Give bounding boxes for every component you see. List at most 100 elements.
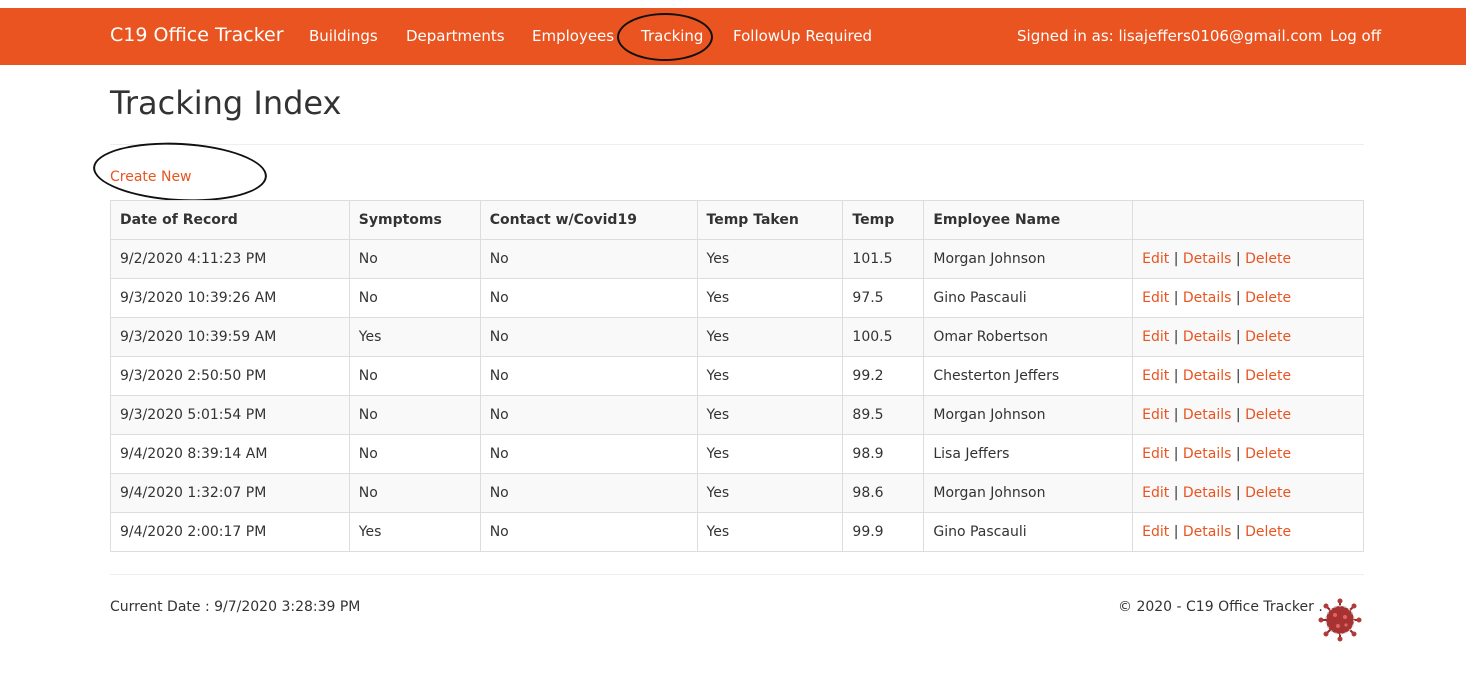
column-header [1132, 200, 1364, 240]
cell-actions: Edit | Details | Delete [1132, 317, 1364, 357]
cell-date: 9/4/2020 2:00:17 PM [110, 512, 350, 552]
edit-link[interactable]: Edit [1142, 407, 1169, 423]
cell-employee-name: Morgan Johnson [923, 395, 1134, 435]
cell-temp-taken: Yes [696, 473, 844, 513]
action-separator: | [1235, 524, 1241, 540]
details-link[interactable]: Details [1183, 407, 1232, 423]
details-link[interactable]: Details [1183, 290, 1232, 306]
edit-link[interactable]: Edit [1142, 446, 1169, 462]
table-row: 9/4/2020 1:32:07 PM No No Yes 98.6 Morgan Joh… [110, 473, 1364, 513]
delete-link[interactable]: Delete [1245, 407, 1291, 423]
edit-link[interactable]: Edit [1142, 524, 1169, 540]
cell-contact: No [479, 356, 698, 396]
table-header-row: Date of Record Symptoms Contact w/Covid1… [110, 200, 1364, 240]
virus-icon [1318, 598, 1362, 642]
tracking-annotation-circle [617, 13, 713, 61]
cell-temp: 100.5 [842, 317, 925, 357]
footer-divider [110, 574, 1364, 575]
nav-departments[interactable]: Departments [406, 27, 505, 45]
cell-symptoms: No [348, 239, 481, 279]
delete-link[interactable]: Delete [1245, 251, 1291, 267]
cell-contact: No [479, 473, 698, 513]
cell-contact: No [479, 512, 698, 552]
action-separator: | [1235, 485, 1241, 501]
delete-link[interactable]: Delete [1245, 446, 1291, 462]
table-row: 9/3/2020 10:39:26 AM No No Yes 97.5 Gino Pasc… [110, 278, 1364, 318]
cell-employee-name: Omar Robertson [923, 317, 1134, 357]
cell-date: 9/2/2020 4:11:23 PM [110, 239, 350, 279]
nav-buildings[interactable]: Buildings [309, 27, 378, 45]
column-header: Temp Taken [696, 200, 844, 240]
cell-contact: No [479, 395, 698, 435]
cell-temp: 98.6 [842, 473, 925, 513]
top-strip [0, 0, 1466, 8]
details-link[interactable]: Details [1183, 329, 1232, 345]
action-separator: | [1235, 290, 1241, 306]
nav-followup-required[interactable]: FollowUp Required [733, 27, 872, 45]
cell-actions: Edit | Details | Delete [1132, 434, 1364, 474]
edit-link[interactable]: Edit [1142, 485, 1169, 501]
cell-actions: Edit | Details | Delete [1132, 239, 1364, 279]
edit-link[interactable]: Edit [1142, 290, 1169, 306]
cell-actions: Edit | Details | Delete [1132, 512, 1364, 552]
action-separator: | [1173, 446, 1179, 462]
table-body: 9/2/2020 4:11:23 PM No No Yes 101.5 Morgan Jo… [110, 239, 1364, 552]
cell-temp: 89.5 [842, 395, 925, 435]
cell-temp: 101.5 [842, 239, 925, 279]
cell-date: 9/4/2020 8:39:14 AM [110, 434, 350, 474]
delete-link[interactable]: Delete [1245, 329, 1291, 345]
table-row: 9/3/2020 10:39:59 AM Yes No Yes 100.5 Omar Ro… [110, 317, 1364, 357]
edit-link[interactable]: Edit [1142, 368, 1169, 384]
action-separator: | [1173, 524, 1179, 540]
brand-link[interactable]: C19 Office Tracker [110, 24, 284, 46]
edit-link[interactable]: Edit [1142, 251, 1169, 267]
copyright: © 2020 - C19 Office Tracker . [1118, 599, 1323, 615]
cell-contact: No [479, 239, 698, 279]
cell-temp-taken: Yes [696, 239, 844, 279]
delete-link[interactable]: Delete [1245, 368, 1291, 384]
action-separator: | [1235, 407, 1241, 423]
table-row: 9/4/2020 2:00:17 PM Yes No Yes 99.9 Gino Pasc… [110, 512, 1364, 552]
edit-link[interactable]: Edit [1142, 329, 1169, 345]
cell-temp-taken: Yes [696, 356, 844, 396]
details-link[interactable]: Details [1183, 485, 1232, 501]
action-separator: | [1173, 485, 1179, 501]
cell-temp: 99.9 [842, 512, 925, 552]
cell-date: 9/3/2020 2:50:50 PM [110, 356, 350, 396]
details-link[interactable]: Details [1183, 251, 1232, 267]
table-row: 9/3/2020 5:01:54 PM No No Yes 89.5 Morgan Joh… [110, 395, 1364, 435]
cell-symptoms: No [348, 356, 481, 396]
cell-contact: No [479, 317, 698, 357]
cell-symptoms: No [348, 395, 481, 435]
title-divider [110, 144, 1364, 145]
action-separator: | [1173, 290, 1179, 306]
details-link[interactable]: Details [1183, 446, 1232, 462]
cell-symptoms: No [348, 434, 481, 474]
table-row: 9/4/2020 8:39:14 AM No No Yes 98.9 Lisa Jeffe… [110, 434, 1364, 474]
cell-employee-name: Morgan Johnson [923, 239, 1134, 279]
action-separator: | [1173, 251, 1179, 267]
nav-employees[interactable]: Employees [532, 27, 614, 45]
logoff-link[interactable]: Log off [1330, 27, 1381, 45]
delete-link[interactable]: Delete [1245, 524, 1291, 540]
cell-employee-name: Gino Pascauli [923, 278, 1134, 318]
action-separator: | [1235, 329, 1241, 345]
action-separator: | [1173, 329, 1179, 345]
cell-temp-taken: Yes [696, 434, 844, 474]
delete-link[interactable]: Delete [1245, 290, 1291, 306]
details-link[interactable]: Details [1183, 524, 1232, 540]
details-link[interactable]: Details [1183, 368, 1232, 384]
delete-link[interactable]: Delete [1245, 485, 1291, 501]
cell-temp-taken: Yes [696, 395, 844, 435]
signed-in-user[interactable]: Signed in as: lisajeffers0106@gmail.com [1017, 27, 1322, 45]
column-header: Date of Record [110, 200, 350, 240]
cell-date: 9/3/2020 10:39:26 AM [110, 278, 350, 318]
table-row: 9/2/2020 4:11:23 PM No No Yes 101.5 Morgan Jo… [110, 239, 1364, 279]
cell-symptoms: Yes [348, 317, 481, 357]
action-separator: | [1235, 446, 1241, 462]
column-header: Symptoms [348, 200, 481, 240]
create-new-link[interactable]: Create New [110, 169, 192, 185]
cell-actions: Edit | Details | Delete [1132, 278, 1364, 318]
cell-employee-name: Lisa Jeffers [923, 434, 1134, 474]
page-title: Tracking Index [110, 84, 342, 122]
